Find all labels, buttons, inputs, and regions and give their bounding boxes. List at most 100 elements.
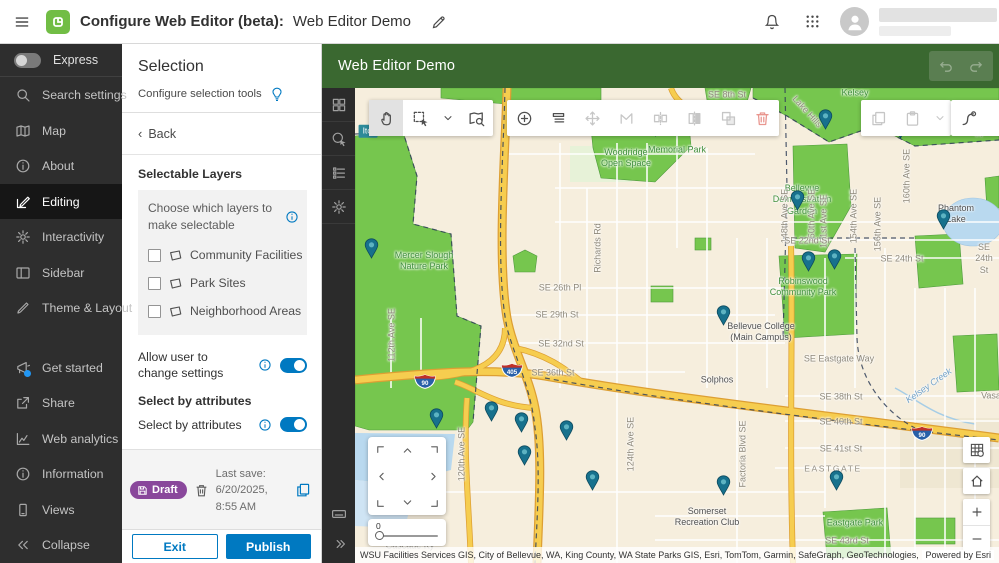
sidebar-item-sidebar[interactable]: Sidebar <box>0 255 122 291</box>
duplicate-draft-button[interactable] <box>295 482 311 498</box>
paste-clipboard-icon <box>904 110 921 127</box>
interstate-90-shield: 90 <box>911 426 933 441</box>
zoom-slider-knob[interactable] <box>375 531 384 540</box>
feature-templates-tool-button[interactable] <box>541 100 575 136</box>
editor-panels-button[interactable] <box>322 88 355 122</box>
layers-panel-button[interactable] <box>322 156 355 190</box>
pan-pad-center <box>394 463 420 489</box>
sidebar-item-get-started[interactable]: Get started <box>0 350 122 386</box>
home-button[interactable] <box>963 468 990 494</box>
snapping-tool-button[interactable] <box>951 100 985 136</box>
svg-text:405: 405 <box>507 369 518 376</box>
express-toggle[interactable] <box>14 53 41 68</box>
split-icon <box>652 110 669 127</box>
zoom-in-button[interactable] <box>963 499 990 525</box>
zoom-slider-widget: 0 <box>368 519 446 546</box>
select-options-dropdown-button[interactable] <box>437 100 459 136</box>
feature-pin[interactable] <box>716 305 731 326</box>
feature-pin[interactable] <box>429 408 444 429</box>
sidebar-item-label: Search settings <box>42 88 127 102</box>
pan-chev-up-button[interactable] <box>394 437 420 463</box>
lightbulb-icon[interactable] <box>269 86 285 102</box>
analytics-icon <box>15 431 31 447</box>
basemap-button[interactable] <box>963 437 990 463</box>
feature-pin[interactable] <box>585 470 600 491</box>
edit-title-pencil-icon[interactable] <box>425 8 453 36</box>
pan-corner-tr-button[interactable] <box>420 437 446 463</box>
feature-pin[interactable] <box>364 238 379 259</box>
select-tool-button[interactable] <box>403 100 437 136</box>
pan-chev-left-button[interactable] <box>368 463 394 489</box>
pan-corner-br-button[interactable] <box>420 489 446 515</box>
app-launcher-button[interactable] <box>792 0 832 44</box>
user-name-redacted <box>879 8 997 36</box>
sidebar-item-search-settings[interactable]: Search settings <box>0 77 122 113</box>
publish-button[interactable]: Publish <box>226 534 312 559</box>
notifications-button[interactable] <box>752 0 792 44</box>
select-by-attributes-toggle[interactable] <box>280 417 307 432</box>
back-button[interactable]: ‹ Back <box>122 113 321 155</box>
layer-checkbox[interactable] <box>148 305 161 318</box>
user-avatar[interactable] <box>840 7 869 36</box>
feature-pin[interactable] <box>514 412 529 433</box>
sidebar-item-interactivity[interactable]: Interactivity <box>0 219 122 255</box>
explore-tool-button[interactable] <box>459 100 493 136</box>
sidebar-item-information[interactable]: Information <box>0 457 122 493</box>
feature-pin[interactable] <box>559 420 574 441</box>
polygon-layer-icon <box>168 304 183 319</box>
back-label: Back <box>148 127 176 141</box>
feature-pin[interactable] <box>790 190 805 211</box>
redo-button[interactable] <box>963 54 989 78</box>
pan-tool-button[interactable] <box>369 100 403 136</box>
feature-pin[interactable] <box>818 109 833 130</box>
pan-chev-down-nav-button[interactable] <box>394 489 420 515</box>
feature-pin[interactable] <box>829 470 844 491</box>
feature-pin[interactable] <box>517 445 532 466</box>
sidebar-item-editing[interactable]: Editing <box>0 184 122 220</box>
info-icon[interactable] <box>258 418 272 432</box>
sidebar-item-label: About <box>42 159 74 173</box>
pan-corner-tl-button[interactable] <box>368 437 394 463</box>
sidebar-item-collapse[interactable]: Collapse <box>0 528 122 563</box>
keyboard-shortcuts-button[interactable] <box>322 499 355 529</box>
map-title: Web Editor Demo <box>338 58 455 74</box>
hamburger-menu-button[interactable] <box>0 0 44 44</box>
add-feature-tool-button[interactable] <box>507 100 541 136</box>
map-canvas[interactable]: KelseySE 8th StMemorial ParkWoodridge Op… <box>355 88 999 563</box>
svg-text:90: 90 <box>919 432 926 439</box>
info-icon[interactable] <box>258 358 272 372</box>
selection-settings-panel: Selection Configure selection tools ‹ Ba… <box>122 44 322 563</box>
pan-chev-right-button[interactable] <box>420 463 446 489</box>
feature-pin[interactable] <box>801 251 816 272</box>
layer-checkbox[interactable] <box>148 249 161 262</box>
delete-draft-button[interactable] <box>194 483 209 498</box>
expand-rail-button[interactable] <box>322 529 355 559</box>
sidebar-item-share[interactable]: Share <box>0 386 122 422</box>
header-actions <box>752 0 999 43</box>
layer-checkbox[interactable] <box>148 277 161 290</box>
allow-user-change-toggle[interactable] <box>280 358 307 373</box>
settings-panel-button[interactable] <box>322 190 355 224</box>
feature-pin[interactable] <box>936 209 951 230</box>
selection-panel-button[interactable] <box>322 122 355 156</box>
edit-vertices-tool-button <box>609 100 643 136</box>
draft-label: Draft <box>152 484 178 496</box>
sidebar-item-web-analytics[interactable]: Web analytics <box>0 421 122 457</box>
feature-pin[interactable] <box>484 401 499 422</box>
zoom-slider-track[interactable] <box>376 535 438 537</box>
sidebar-item-label: Sidebar <box>42 266 84 280</box>
exit-button[interactable]: Exit <box>132 534 218 559</box>
pan-corner-bl-button[interactable] <box>368 489 394 515</box>
sidebar-item-views[interactable]: Views <box>0 492 122 528</box>
panel-title: Selection <box>138 58 305 76</box>
feature-pin[interactable] <box>716 475 731 496</box>
info-icon[interactable] <box>285 200 299 235</box>
feature-pin[interactable] <box>827 249 842 270</box>
sidebar-item-map[interactable]: Map <box>0 113 122 149</box>
sidebar-layout-icon <box>15 265 31 281</box>
sidebar-item-about[interactable]: About <box>0 148 122 184</box>
flip-icon <box>686 110 703 127</box>
apps-grid-icon <box>804 13 821 30</box>
undo-button[interactable] <box>933 54 959 78</box>
sidebar-item-theme-layout[interactable]: Theme & Layout <box>0 290 122 326</box>
